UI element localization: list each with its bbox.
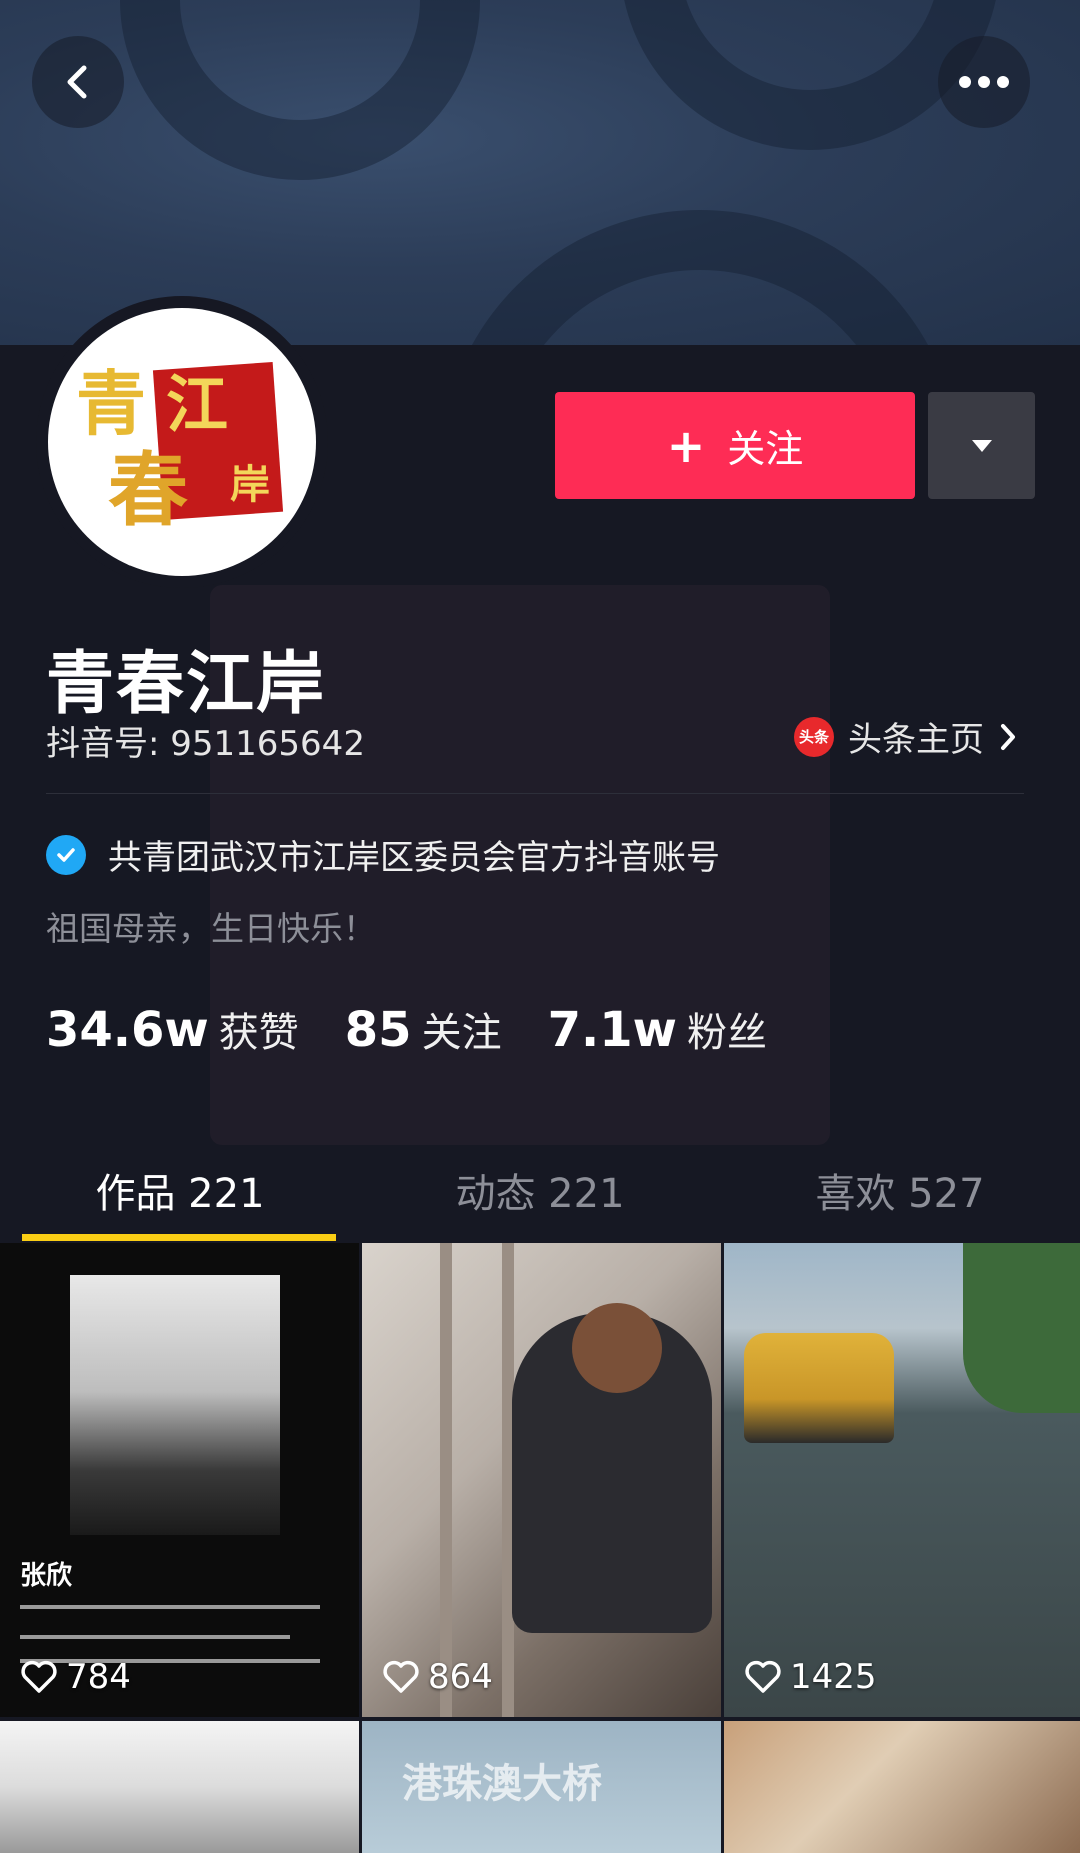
more-button[interactable] — [938, 36, 1030, 128]
svg-text:江: 江 — [166, 368, 228, 441]
svg-text:春: 春 — [108, 443, 188, 537]
stat-number: 34.6w — [46, 1002, 209, 1058]
stats-row: 34.6w 获赞 85 关注 7.1w 粉丝 — [46, 1000, 767, 1058]
caption-text-line — [20, 1635, 290, 1639]
svg-text:岸: 岸 — [230, 461, 270, 508]
likes-count: 1425 — [790, 1657, 877, 1697]
heart-icon — [745, 1660, 781, 1693]
toutiao-label: 头条主页 — [848, 720, 984, 760]
chevron-right-icon — [1001, 723, 1015, 750]
caret-down-icon — [971, 439, 992, 452]
avatar[interactable]: 青 江 春 岸 — [48, 308, 316, 576]
follow-label: 关注 — [727, 427, 804, 471]
stat-label: 获赞 — [218, 1010, 299, 1056]
tab-moments[interactable]: 动态 221 — [360, 1140, 720, 1240]
banner-decoration — [440, 210, 960, 345]
divider — [46, 793, 1024, 794]
follow-button[interactable]: + 关注 — [555, 392, 915, 499]
avatar-logo: 青 江 春 岸 — [76, 361, 284, 537]
svg-text:青: 青 — [76, 362, 146, 445]
verified-text: 共青团武汉市江岸区委员会官方抖音账号 — [108, 838, 720, 878]
caption-text-line — [20, 1605, 320, 1609]
video-caption: 张欣 — [20, 1561, 73, 1591]
video-thumbnail[interactable]: 张欣 784 — [0, 1243, 359, 1717]
profile-banner — [0, 0, 1080, 345]
heart-icon — [21, 1660, 57, 1693]
stat-number: 85 — [344, 1002, 412, 1058]
toutiao-homepage-link[interactable]: 头条 头条主页 — [794, 712, 1018, 761]
avatar-wrapper[interactable]: 青 江 春 岸 — [36, 296, 328, 588]
trees-scene — [963, 1243, 1080, 1413]
video-caption: 港珠澳大桥 — [402, 1761, 602, 1807]
stat-followers[interactable]: 7.1w 粉丝 — [548, 1000, 767, 1058]
recommend-dropdown-button[interactable] — [928, 392, 1035, 499]
heart-icon — [383, 1660, 419, 1693]
back-button[interactable] — [32, 36, 124, 128]
video-thumbnail[interactable]: 港珠澳大桥 — [362, 1721, 721, 1853]
video-likes: 864 — [382, 1657, 493, 1697]
verified-info: 共青团武汉市江岸区委员会官方抖音账号 — [46, 830, 720, 879]
content-tabs: 作品 221 动态 221 喜欢 527 — [0, 1140, 1080, 1240]
tab-likes[interactable]: 喜欢 527 — [720, 1140, 1080, 1240]
stat-label: 关注 — [421, 1010, 502, 1056]
video-likes: 784 — [20, 1657, 131, 1697]
video-thumbnail[interactable]: 1425 — [724, 1243, 1080, 1717]
stat-number: 7.1w — [547, 1002, 677, 1058]
likes-count: 864 — [428, 1657, 493, 1697]
tab-works[interactable]: 作品 221 — [0, 1140, 360, 1240]
stat-likes[interactable]: 34.6w 获赞 — [46, 1000, 299, 1058]
tab-indicator — [22, 1234, 336, 1241]
window-frame — [440, 1243, 452, 1717]
nickname: 青春江岸 — [46, 645, 327, 724]
taxi-scene — [744, 1333, 894, 1443]
stat-following[interactable]: 85 关注 — [345, 1000, 502, 1058]
chevron-left-icon — [67, 65, 87, 99]
video-thumbnail[interactable] — [724, 1721, 1080, 1853]
stat-label: 粉丝 — [686, 1010, 767, 1056]
video-thumbnail[interactable]: 864 — [362, 1243, 721, 1717]
toutiao-icon: 头条 — [794, 716, 834, 757]
more-dots-icon — [959, 76, 1009, 88]
douyin-id: 抖音号: 951165642 — [46, 724, 365, 764]
video-grid: 张欣 784 864 1425 港珠澳大桥 — [0, 1243, 1080, 1853]
video-likes: 1425 — [744, 1657, 877, 1697]
banner-decoration — [120, 0, 480, 180]
likes-count: 784 — [66, 1657, 131, 1697]
portrait-image — [70, 1275, 280, 1535]
plus-icon: + — [666, 418, 706, 473]
verified-check-icon — [46, 834, 86, 875]
video-thumbnail[interactable] — [0, 1721, 359, 1853]
signature: 祖国母亲，生日快乐！ — [46, 909, 376, 948]
person-head — [572, 1303, 662, 1393]
